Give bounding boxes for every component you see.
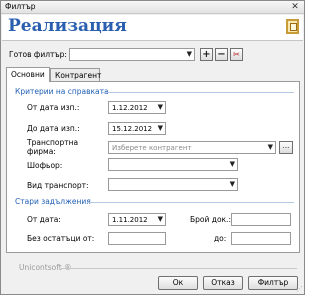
date-from-value: 1.12.2012 <box>112 104 148 112</box>
tab-contragent[interactable]: Контрагент <box>50 68 101 82</box>
unicontsoft-logo-icon <box>286 19 299 34</box>
dialog-header: Реализация <box>2 15 303 41</box>
tab-main[interactable]: Основни <box>6 67 50 82</box>
filter-dialog: Филтър ✕ Реализация Готов филтър: ▼ + − … <box>0 0 305 295</box>
resize-grip-icon[interactable]: ⋰ <box>296 285 303 293</box>
page-title: Реализация <box>8 16 127 36</box>
chevron-down-icon: ▼ <box>157 215 163 223</box>
clear-preset-button[interactable]: ✂ <box>230 48 243 61</box>
filter-button[interactable]: Филтър <box>248 276 298 290</box>
divider <box>87 202 294 203</box>
divider <box>102 92 294 93</box>
divider <box>61 268 297 269</box>
preset-filter-label: Готов филтър: <box>9 50 67 59</box>
driver-label: Шофьор: <box>27 161 63 170</box>
date-from-picker[interactable]: 1.12.2012 ▼ <box>108 101 166 114</box>
no-remainder-label: Без остатъци от: <box>27 234 95 243</box>
old-from-date-picker[interactable]: 1.11.2012 ▼ <box>108 213 166 226</box>
date-to-value: 15.12.2012 <box>112 125 153 133</box>
company-label-line2: фирма: <box>27 147 56 156</box>
title-bar: Филтър ✕ <box>1 1 304 14</box>
old-debts-section-title: Стари задължения <box>15 197 91 206</box>
window-title: Филтър <box>5 2 36 11</box>
company-label-line1: Транспортна <box>27 138 79 147</box>
date-to-picker[interactable]: 15.12.2012 ▼ <box>108 122 166 135</box>
to-label: до: <box>214 234 227 243</box>
close-icon[interactable]: ✕ <box>288 2 302 12</box>
remove-preset-button[interactable]: − <box>215 48 228 61</box>
cancel-button[interactable]: Отказ <box>203 276 243 290</box>
docs-count-label: Брой док.: <box>190 215 231 224</box>
tab-panel-main: Критерии на справката От дата изп.: 1.12… <box>6 81 300 253</box>
chevron-down-icon: ▼ <box>157 124 163 132</box>
chevron-down-icon: ▼ <box>229 160 235 168</box>
transport-type-label: Вид транспорт: <box>27 181 89 190</box>
transport-type-select[interactable]: ▼ <box>108 178 238 191</box>
preset-filter-select[interactable]: ▼ <box>69 48 195 61</box>
old-from-date-value: 1.11.2012 <box>112 216 148 224</box>
chevron-down-icon: ▼ <box>186 50 192 58</box>
chevron-down-icon: ▼ <box>267 143 273 151</box>
driver-select[interactable]: ▼ <box>108 158 238 171</box>
date-from-label: От дата изп.: <box>27 103 80 112</box>
browse-contragent-button[interactable]: ... <box>279 141 293 154</box>
old-from-date-label: От дата: <box>27 215 61 224</box>
criteria-section-title: Критерии на справката <box>15 87 109 96</box>
ok-button[interactable]: Ок <box>158 276 198 290</box>
transport-company-select[interactable]: Изберете контрагент ▼ <box>108 141 276 154</box>
date-to-label: До дата изп.: <box>27 124 80 133</box>
transport-company-placeholder: Изберете контрагент <box>112 144 192 152</box>
to-input[interactable] <box>231 232 291 245</box>
docs-count-input[interactable] <box>231 213 291 226</box>
chevron-down-icon: ▼ <box>229 180 235 188</box>
chevron-down-icon: ▼ <box>157 103 163 111</box>
no-remainder-input[interactable] <box>108 232 166 245</box>
add-preset-button[interactable]: + <box>200 48 213 61</box>
